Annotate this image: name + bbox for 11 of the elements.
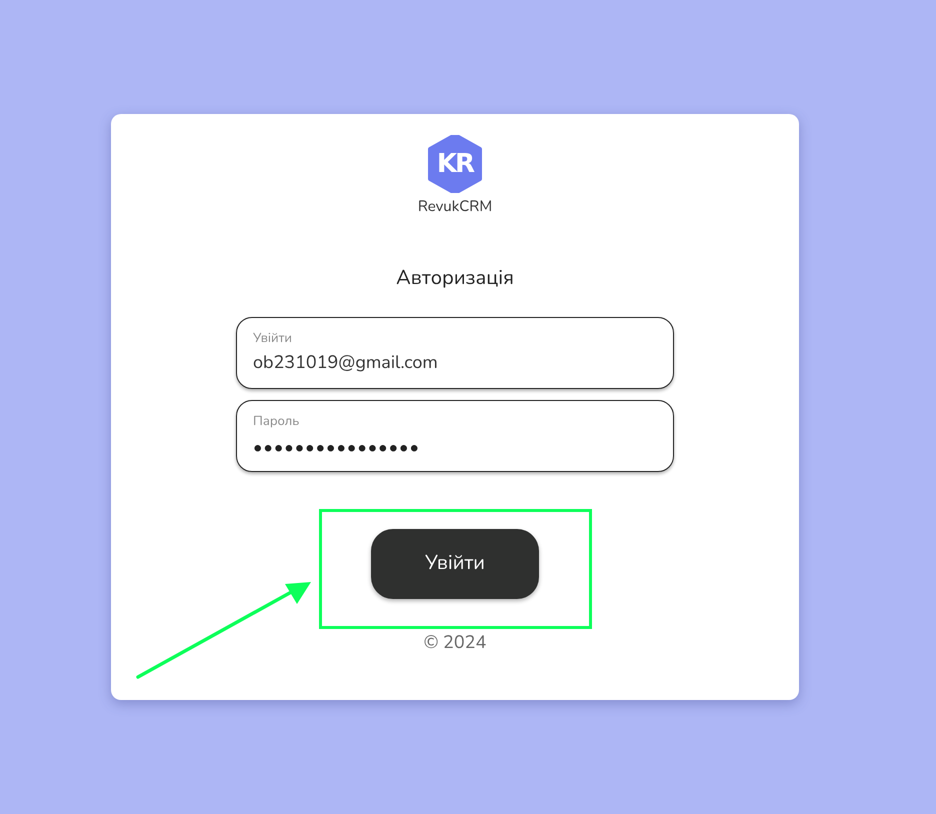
field-value: •••••••••••••••• <box>253 434 421 462</box>
page-title: Авторизація <box>396 264 514 294</box>
copyright: © 2024 <box>424 630 486 656</box>
login-button[interactable]: Увійти <box>371 528 539 598</box>
logo-icon: KR <box>427 135 483 193</box>
password-field[interactable]: Пароль •••••••••••••••• <box>236 400 674 472</box>
field-label: Увійти <box>253 330 293 346</box>
brand-name: RevukCRM <box>418 196 492 218</box>
email-field[interactable]: Увійти ob231019@gmail.com <box>236 316 674 388</box>
field-value: ob231019@gmail.com <box>253 350 439 376</box>
field-label: Пароль <box>253 412 300 428</box>
